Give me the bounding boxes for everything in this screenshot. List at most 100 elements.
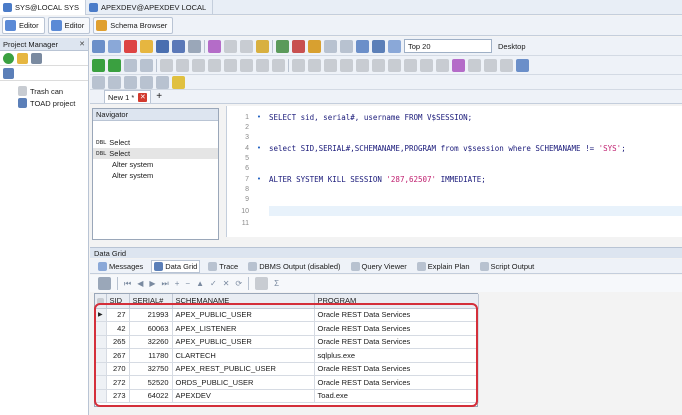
folder-icon[interactable] [17, 52, 28, 64]
column-header-schemaname[interactable]: SCHEMANAME [172, 294, 315, 309]
print-icon[interactable] [188, 39, 201, 53]
code-line[interactable]: 9 [227, 194, 682, 204]
tab-explain-plan[interactable]: Explain Plan [415, 260, 472, 273]
code-line[interactable]: 7 • ALTER SYSTEM KILL SESSION '287,62507' … [227, 174, 682, 184]
connect-icon[interactable] [92, 39, 105, 53]
tab-editor-1[interactable]: Editor [2, 17, 45, 34]
filter-icon[interactable] [255, 277, 269, 290]
cascade-icon[interactable] [108, 75, 121, 89]
lower-case-icon[interactable] [484, 58, 497, 72]
row-indicator[interactable] [95, 362, 107, 376]
cell-sid[interactable]: 273 [106, 389, 130, 403]
cell-serial[interactable]: 52520 [129, 375, 173, 390]
layout-icon[interactable] [516, 58, 529, 72]
properties-icon[interactable] [31, 52, 42, 64]
cell-program[interactable]: sqlplus.exe [314, 348, 479, 363]
row-indicator[interactable] [95, 389, 107, 403]
cell-schemaname[interactable]: APEX_PUBLIC_USER [172, 335, 315, 349]
tab-new-1[interactable]: New 1 * ✕ [104, 90, 152, 103]
cell-sid[interactable]: 42 [106, 321, 130, 336]
execute-icon[interactable] [92, 58, 105, 72]
row-indicator[interactable] [95, 321, 107, 336]
edit-record-icon[interactable]: ▲ [196, 279, 204, 288]
filter-icon[interactable] [388, 39, 401, 53]
navigator-item-alter-system[interactable]: Alter system [93, 159, 218, 170]
cell-sid[interactable]: 265 [106, 335, 130, 349]
sum-icon[interactable]: Σ [274, 279, 279, 288]
open-file-icon[interactable] [140, 39, 153, 53]
navigator-item-alter-system[interactable]: Alter system [93, 170, 218, 181]
disconnect-icon[interactable] [124, 39, 137, 53]
cell-serial[interactable]: 32750 [129, 362, 173, 376]
table-row[interactable]: 273 64022 APEXDEV Toad.exe [95, 389, 479, 403]
code-line[interactable]: 1 • SELECT sid, serial#, username FROM V$S… [227, 112, 682, 122]
cell-sid[interactable]: 27 [106, 308, 130, 322]
desktop-select[interactable]: Desktop [495, 39, 535, 53]
history-icon[interactable] [324, 39, 337, 53]
column-header-serial[interactable]: SERIAL# [129, 294, 173, 309]
refresh-records-icon[interactable]: ⟳ [235, 279, 242, 288]
code-line[interactable]: 3 [227, 132, 682, 142]
code-line[interactable]: 4 • select SID,SERIAL#,SCHEMANAME,PROGRAM … [227, 143, 682, 153]
merge-icon[interactable] [420, 58, 433, 72]
table-row[interactable]: 42 60063 APEX_LISTENER Oracle REST Data Ser… [95, 321, 479, 336]
redo-icon[interactable] [208, 58, 221, 72]
cell-serial[interactable]: 21993 [129, 308, 173, 322]
cell-schemaname[interactable]: APEX_LISTENER [172, 321, 315, 336]
cell-serial[interactable]: 32260 [129, 335, 173, 349]
tile-icon[interactable] [92, 75, 105, 89]
paste-icon[interactable] [256, 39, 269, 53]
output-icon[interactable] [156, 75, 169, 89]
close-tab-icon[interactable]: ✕ [138, 92, 148, 102]
code-line[interactable]: 8 [227, 184, 682, 194]
pin-icon[interactable] [500, 58, 513, 72]
macro-icon[interactable] [452, 58, 465, 72]
tab-query-viewer[interactable]: Query Viewer [349, 260, 409, 273]
cell-serial[interactable]: 64022 [129, 389, 173, 403]
save-icon[interactable] [156, 39, 169, 53]
sort-icon[interactable] [372, 58, 385, 72]
code-line[interactable]: 2 [227, 122, 682, 132]
split-icon[interactable] [404, 58, 417, 72]
table-row[interactable]: 265 32260 APEX_PUBLIC_USER Oracle REST Data… [95, 335, 479, 349]
outdent-icon[interactable] [240, 58, 253, 72]
tab-schema-browser[interactable]: Schema Browser [93, 17, 174, 34]
tools-icon[interactable] [436, 58, 449, 72]
row-indicator[interactable] [95, 335, 107, 349]
copy-icon[interactable] [240, 39, 253, 53]
row-indicator[interactable]: ▶ [95, 308, 107, 322]
upper-case-icon[interactable] [468, 58, 481, 72]
connection-tab-apexdev[interactable]: APEXDEV@APEXDEV LOCAL [86, 0, 214, 15]
top-rows-select[interactable]: Top 20 [404, 39, 492, 53]
format-icon[interactable] [208, 39, 221, 53]
add-icon[interactable] [3, 52, 14, 64]
case-icon[interactable] [356, 58, 369, 72]
dropdown-icon[interactable] [108, 39, 121, 53]
split-window-icon[interactable] [140, 75, 153, 89]
navigator-item-select-selected[interactable]: DBL Select [93, 148, 218, 159]
close-icon[interactable]: ✕ [79, 40, 85, 48]
sql-editor[interactable]: 1 • SELECT sid, serial#, username FROM V$S… [226, 106, 682, 237]
commit-icon[interactable] [160, 58, 173, 72]
cell-serial[interactable]: 11780 [129, 348, 173, 363]
post-record-icon[interactable]: ✓ [210, 279, 217, 288]
navigator-item-select[interactable]: DBL Select [93, 137, 218, 148]
tree-node-toad-project[interactable]: TOAD project [0, 97, 88, 109]
code-line[interactable]: 5 [227, 153, 682, 163]
results-grid[interactable]: SID SERIAL# SCHEMANAME PROGRAM ▶ 27 21993 A… [94, 293, 479, 407]
trace-icon[interactable] [140, 58, 153, 72]
code-line[interactable]: 11 [227, 218, 682, 228]
cell-schemaname[interactable]: APEX_REST_PUBLIC_USER [172, 362, 315, 376]
cell-program[interactable]: Oracle REST Data Services [314, 335, 479, 349]
insert-record-icon[interactable]: + [175, 279, 180, 288]
rollback-icon[interactable] [176, 58, 189, 72]
column-header-sid[interactable]: SID [106, 294, 130, 309]
table-row[interactable]: ▶ 27 21993 APEX_PUBLIC_USER Oracle REST Data… [95, 308, 479, 322]
row-indicator[interactable] [95, 375, 107, 390]
tab-dbms-output[interactable]: DBMS Output (disabled) [246, 260, 342, 273]
first-record-icon[interactable]: ⏮ [124, 279, 131, 289]
undo-icon[interactable] [192, 58, 205, 72]
cell-schemaname[interactable]: CLARTECH [172, 348, 315, 363]
table-row[interactable]: 270 32750 APEX_REST_PUBLIC_USER Oracle REST… [95, 362, 479, 376]
wrap-icon[interactable] [388, 58, 401, 72]
